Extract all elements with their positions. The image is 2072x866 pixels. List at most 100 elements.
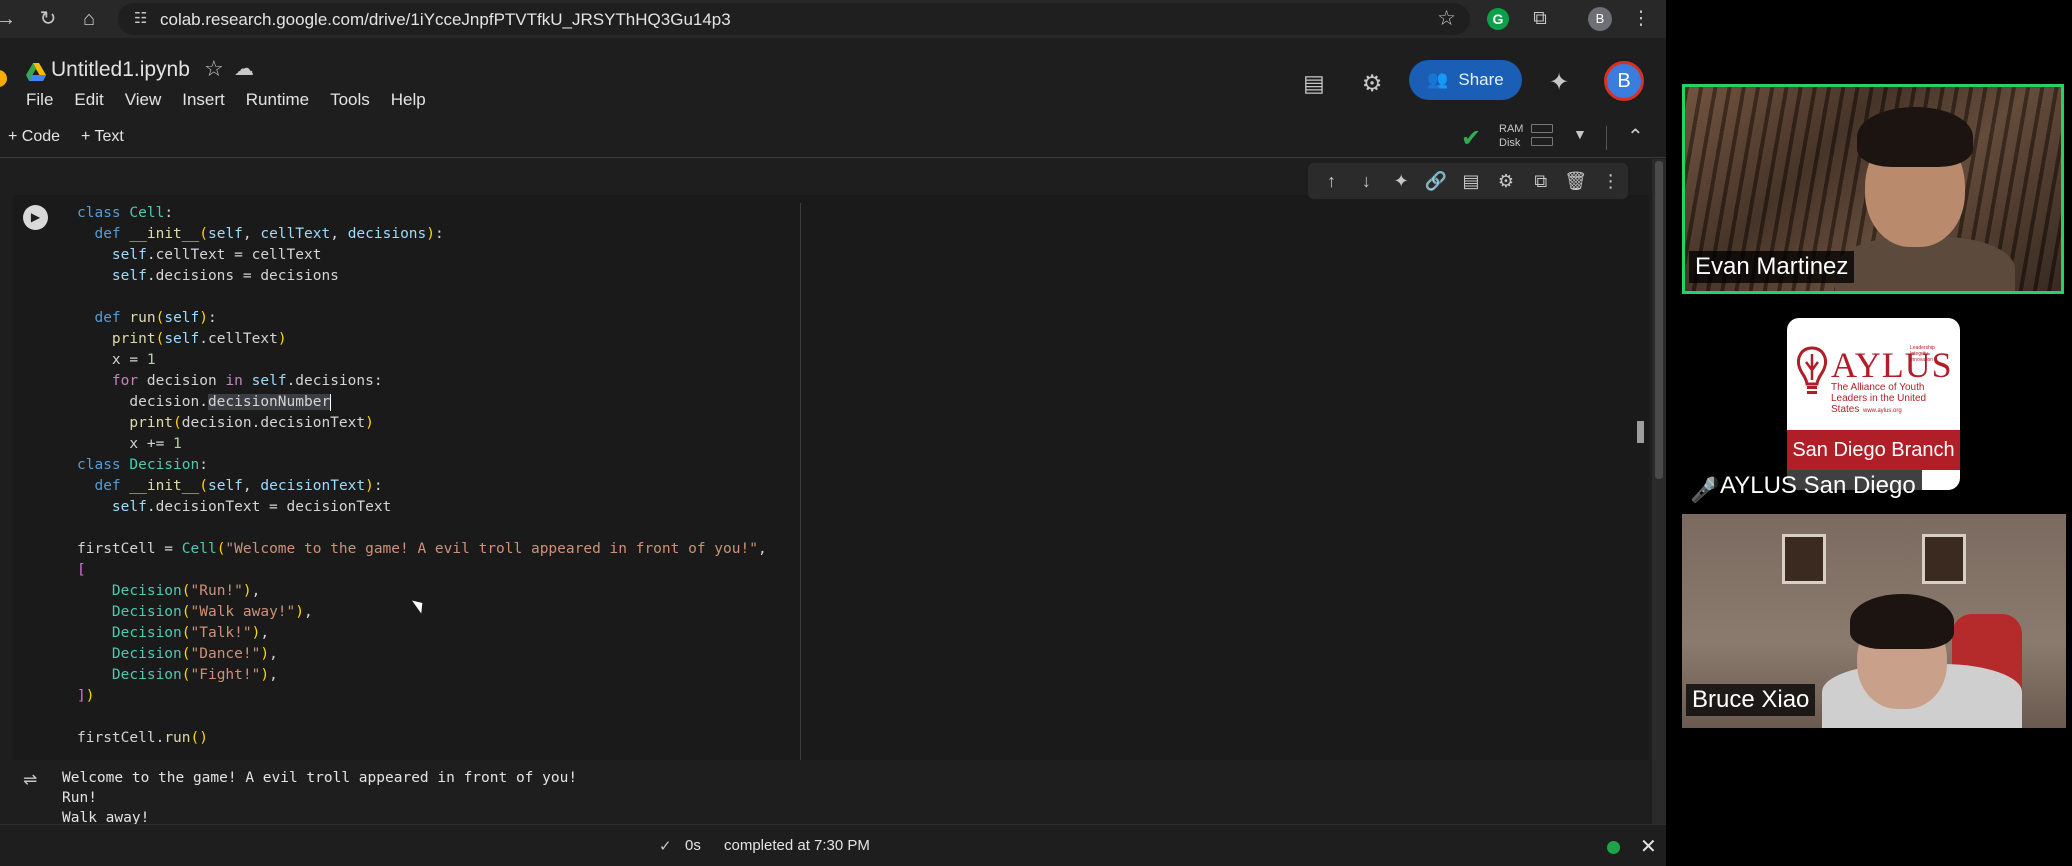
code-line[interactable]: Decision("Run!"), [77,581,260,602]
execution-time: 0s [685,837,701,854]
colab-logo[interactable] [0,70,7,87]
browser-toolbar: → ↻ ⌂ ☷ colab.research.google.com/drive/… [0,0,1666,38]
settings-gear-icon[interactable]: ⚙ [1357,68,1387,98]
code-line[interactable]: print(self.cellText) [77,329,287,350]
aylus-url: www.aylus.org [1863,408,1902,414]
home-icon[interactable]: ⌂ [77,7,101,31]
status-bar: ✓ 0s completed at 7:30 PM ✕ [0,824,1666,866]
code-line[interactable]: class Decision: [77,455,208,476]
move-cell-up-icon[interactable]: ↑ [1314,171,1349,192]
participant-hair [1857,107,1973,167]
code-line[interactable]: self.decisionText = decisionText [77,497,391,518]
notebook-title[interactable]: Untitled1.ipynb [51,58,190,82]
close-status-icon[interactable]: ✕ [1640,834,1657,859]
add-code-button[interactable]: + Code [8,128,60,146]
code-line[interactable]: def __init__(self, cellText, decisions): [77,224,443,245]
comments-icon[interactable]: ▤ [1299,68,1329,98]
code-line[interactable]: def run(self): [77,308,216,329]
browser-profile-avatar[interactable]: B [1588,7,1612,31]
forward-icon[interactable]: → [0,7,18,31]
cell-output: ⇌ Welcome to the game! A evil troll appe… [13,762,1649,826]
cell-more-kebab-icon[interactable]: ⋮ [1593,171,1628,192]
people-icon: 👥 [1427,70,1449,89]
mirror-cell-icon[interactable]: ⧉ [1523,171,1558,192]
account-avatar[interactable]: B [1604,61,1644,101]
code-line[interactable]: Decision("Fight!"), [77,665,278,686]
ram-label: RAM [1499,123,1524,135]
ram-meter [1531,124,1553,133]
runtime-dropdown-icon[interactable]: ▼ [1573,126,1587,142]
run-cell-button[interactable]: ▶ [23,205,48,230]
participant-tile-aylus[interactable]: AYLUS Leadership Integrity Innovation Th… [1787,318,1960,490]
code-cell[interactable]: ▶ class Cell: def __init__(self, cellTex… [13,195,1649,760]
code-line[interactable] [77,518,86,539]
code-line[interactable]: x += 1 [77,434,181,455]
grammarly-extension-icon[interactable]: G [1487,8,1509,30]
url-text[interactable]: colab.research.google.com/drive/1iYcceJn… [160,10,731,30]
connected-check-icon[interactable]: ✔ [1461,124,1481,153]
code-line[interactable]: class Cell: [77,203,173,224]
code-editor[interactable]: class Cell: def __init__(self, cellText,… [59,203,1619,760]
code-line[interactable]: ]) [77,686,94,707]
share-button[interactable]: 👥 Share [1409,60,1522,100]
editor-scroll-marker[interactable] [1637,421,1644,443]
move-cell-down-icon[interactable]: ↓ [1349,171,1384,192]
add-comment-icon[interactable]: ▤ [1454,171,1489,192]
code-line[interactable]: print(decision.decisionText) [77,413,373,434]
code-line[interactable] [77,707,86,728]
disk-label: Disk [1499,137,1521,149]
extensions-puzzle-icon[interactable]: ⧉ [1528,7,1552,31]
collapse-header-chevron-icon[interactable]: ⌃ [1627,124,1644,149]
gemini-cell-sparkle-icon[interactable]: ✦ [1384,171,1419,192]
menu-view[interactable]: View [125,90,162,110]
browser-menu-kebab-icon[interactable]: ⋮ [1629,7,1653,31]
star-notebook-icon[interactable]: ☆ [204,56,224,82]
resource-meters[interactable] [1531,124,1553,150]
code-line[interactable]: x = 1 [77,350,156,371]
cell-toolbar: ↑ ↓ ✦ 🔗 ▤ ⚙ ⧉ 🗑 ⋮ [1308,163,1628,199]
aylus-values: Leadership Integrity Innovation [1910,345,1935,363]
code-line[interactable]: decision.decisionNumber [77,392,332,413]
menu-insert[interactable]: Insert [182,90,225,110]
code-line[interactable]: firstCell.run() [77,728,208,749]
execution-completed-text: completed at 7:30 PM [724,837,870,854]
notebook-scroll-thumb[interactable] [1655,161,1663,479]
code-line[interactable]: Decision("Talk!"), [77,623,269,644]
menu-edit[interactable]: Edit [74,90,103,110]
code-line[interactable]: Decision("Walk away!"), [77,602,313,623]
colab-header: Untitled1.ipynb ☆ ☁ File Edit View Inser… [0,38,1666,118]
code-line[interactable]: def __init__(self, decisionText): [77,476,382,497]
runtime-status-dot[interactable] [1607,841,1620,854]
reload-icon[interactable]: ↻ [36,7,60,31]
code-line[interactable] [77,287,86,308]
menu-bar: File Edit View Insert Runtime Tools Help [26,90,447,110]
bookmark-star-icon[interactable]: ☆ [1437,6,1456,31]
background-window [1922,534,1966,584]
notebook-area: ▶ class Cell: def __init__(self, cellTex… [0,159,1666,826]
cell-settings-gear-icon[interactable]: ⚙ [1488,171,1523,192]
menu-help[interactable]: Help [391,90,426,110]
site-info-icon[interactable]: ☷ [134,9,147,27]
disk-meter [1531,137,1553,146]
output-actions-icon[interactable]: ⇌ [23,770,37,790]
address-bar[interactable]: ☷ colab.research.google.com/drive/1iYcce… [118,3,1470,35]
add-text-button[interactable]: + Text [81,128,124,146]
video-call-panel: Evan Martinez AYLUS Leadership Integrity… [1666,0,2072,866]
code-line[interactable]: [ [77,560,86,581]
code-line[interactable]: self.cellText = cellText [77,245,322,266]
code-line[interactable]: Decision("Dance!"), [77,644,278,665]
google-drive-icon [26,63,46,81]
menu-tools[interactable]: Tools [330,90,370,110]
code-line[interactable]: for decision in self.decisions: [77,371,383,392]
menu-file[interactable]: File [26,90,53,110]
participant-tile-bruce[interactable]: Bruce Xiao [1682,514,2066,728]
gemini-sparkle-icon[interactable]: ✦ [1544,68,1574,98]
delete-cell-trash-icon[interactable]: 🗑 [1558,171,1593,192]
resource-labels[interactable]: RAM Disk [1499,122,1523,150]
menu-runtime[interactable]: Runtime [246,90,309,110]
code-line[interactable]: self.decisions = decisions [77,266,339,287]
code-line[interactable]: firstCell = Cell("Welcome to the game! A… [77,539,767,560]
link-to-cell-icon[interactable]: 🔗 [1419,171,1454,192]
lightbulb-logo-icon [1797,346,1827,394]
participant-tile-evan[interactable]: Evan Martinez [1682,84,2064,294]
